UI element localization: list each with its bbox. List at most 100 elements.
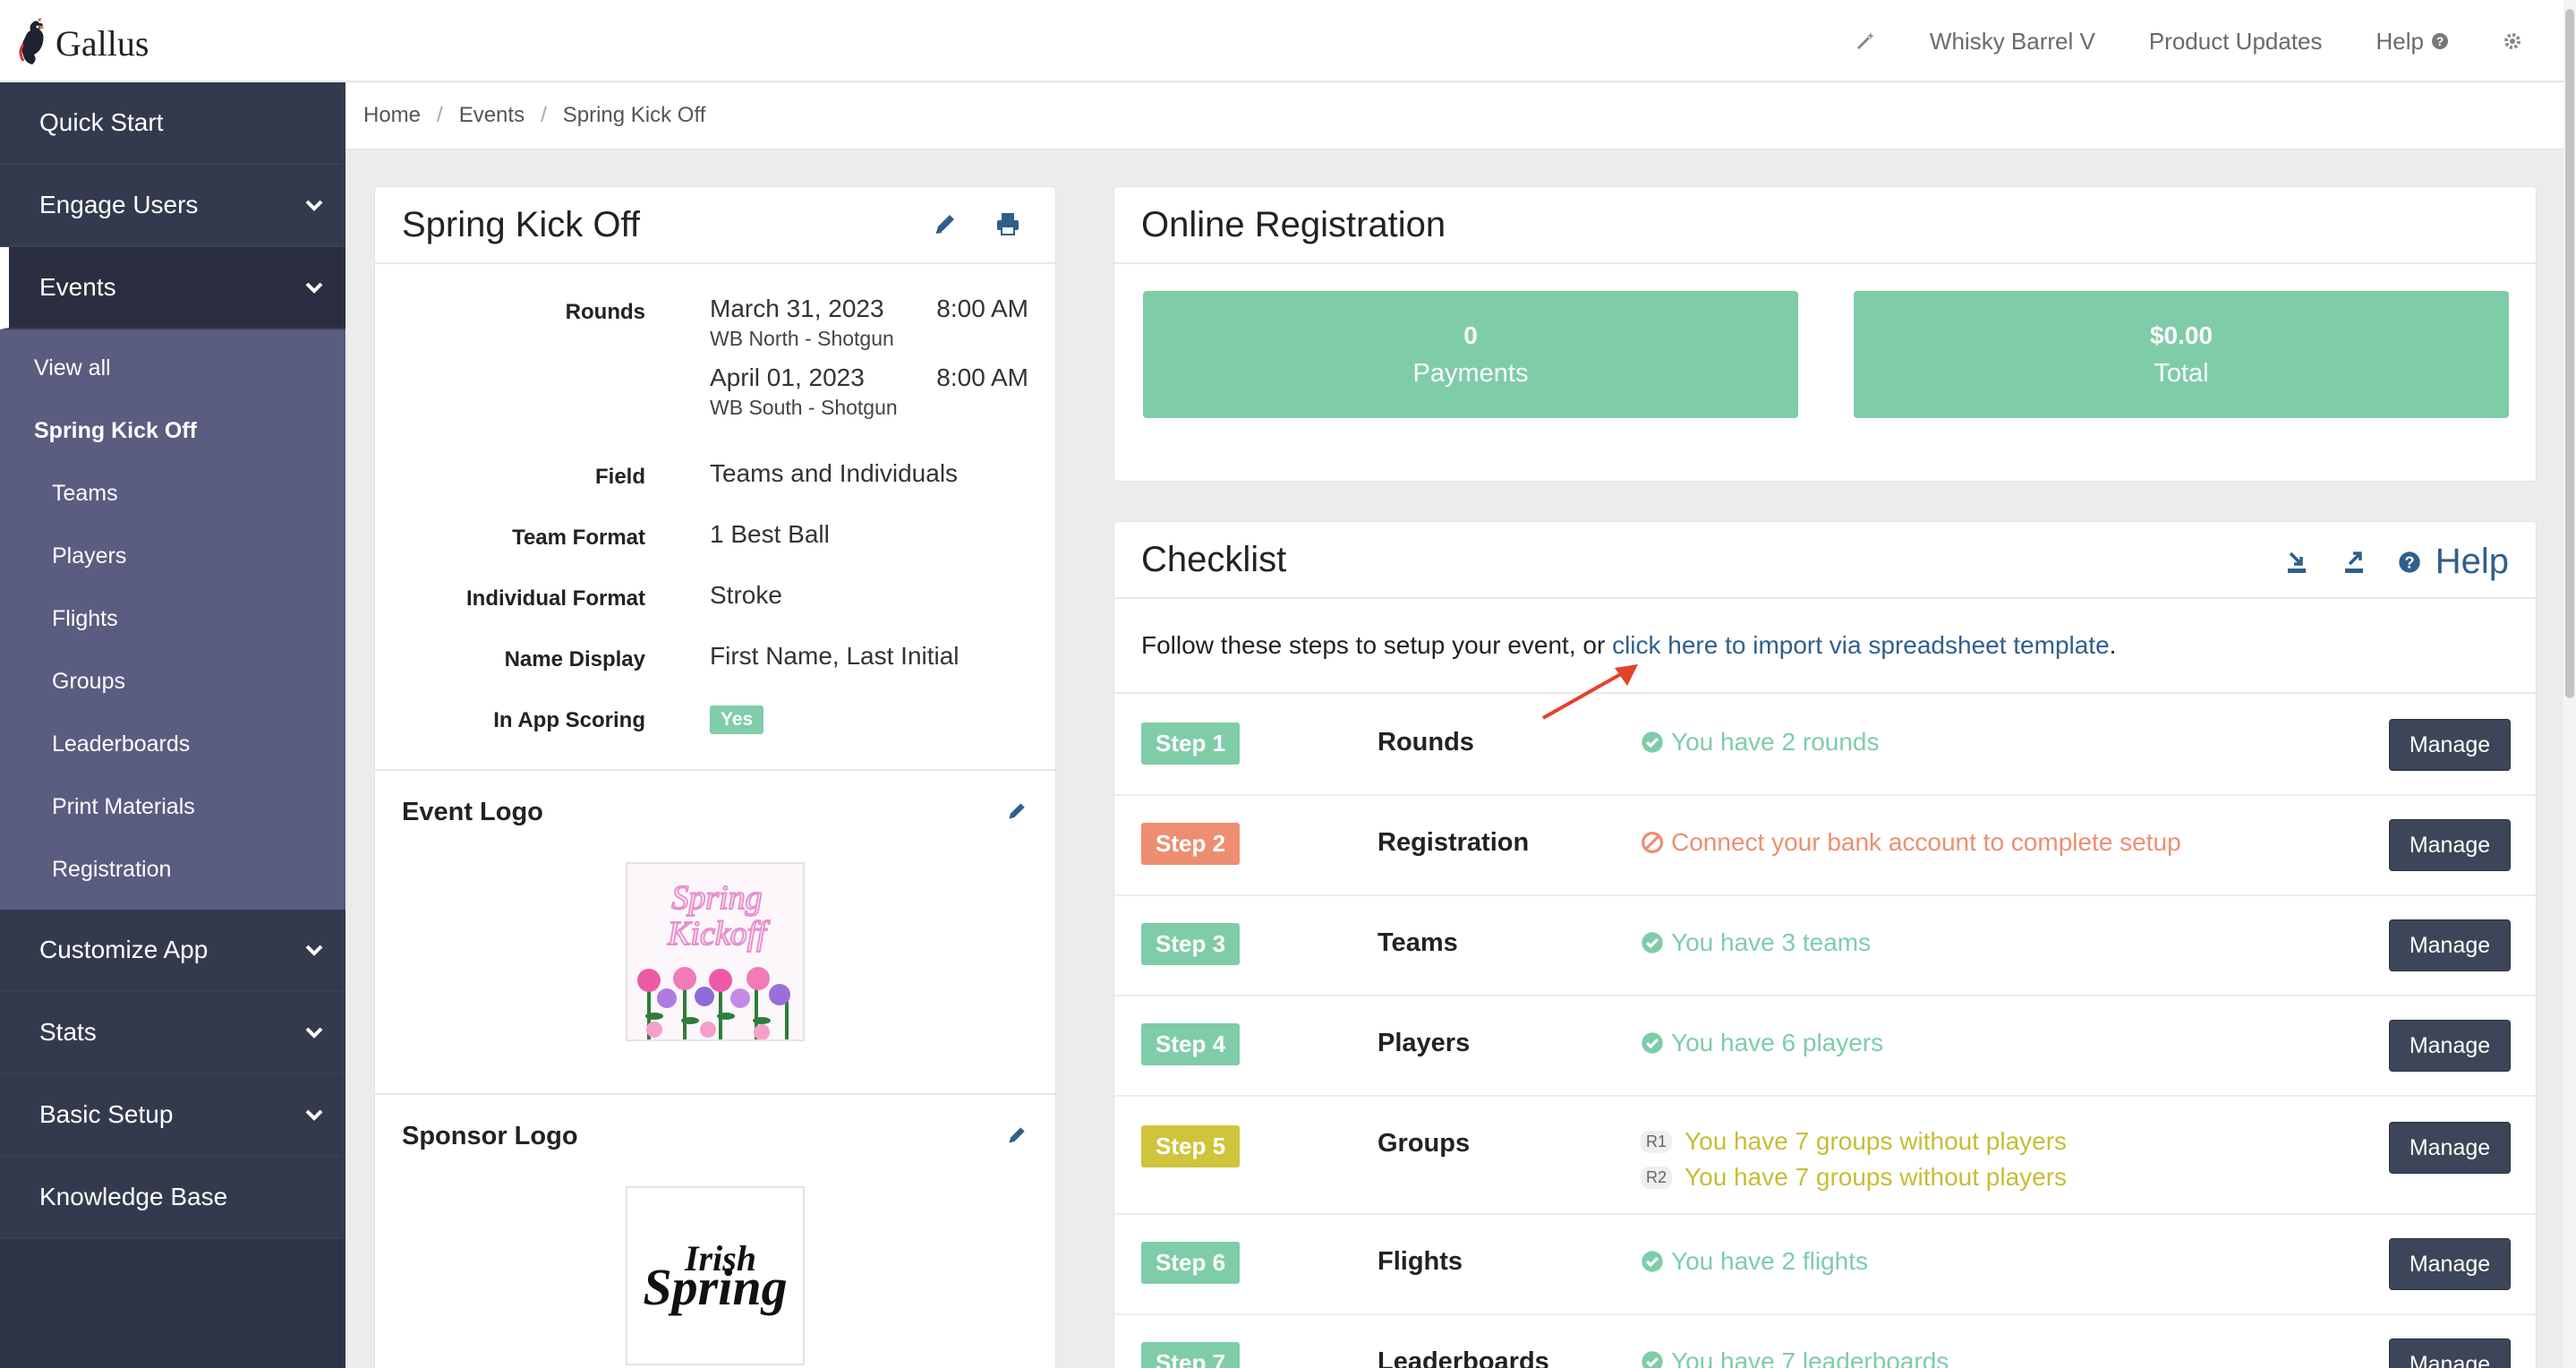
round-time: 8:00 AM xyxy=(936,363,1028,391)
name-display-label: Name Display xyxy=(504,647,645,671)
manage-registration-button[interactable]: Manage xyxy=(2389,819,2511,871)
svg-text:?: ? xyxy=(2436,34,2444,48)
sidebar-subitem-view-all[interactable]: View all xyxy=(0,337,345,399)
magic-wand-button[interactable] xyxy=(1855,30,1876,52)
page-scrollbar[interactable] xyxy=(2563,0,2576,1368)
manage-groups-button[interactable]: Manage xyxy=(2389,1122,2511,1174)
step-badge: Step 7 xyxy=(1141,1342,1241,1368)
sidebar-item-customize-app[interactable]: Customize App xyxy=(0,910,345,992)
import-spreadsheet-link[interactable]: click here to import via spreadsheet tem… xyxy=(1612,631,2110,660)
sidebar-item-label: Quick Start xyxy=(39,108,164,136)
sidebar-item-label: Engage Users xyxy=(39,191,199,218)
breadcrumb: Home / Events / Spring Kick Off xyxy=(345,82,2563,150)
check-circle-icon xyxy=(1642,1032,1663,1054)
breadcrumb-events[interactable]: Events xyxy=(459,103,525,128)
sidebar-subitem-leaderboards[interactable]: Leaderboards xyxy=(0,713,345,775)
sidebar-item-label: Knowledge Base xyxy=(39,1183,228,1210)
question-circle-icon: ? xyxy=(2432,33,2448,49)
online-registration-header: Online Registration xyxy=(1114,187,2536,264)
checklist-step-teams: Step 3 Teams You have 3 teams Manage xyxy=(1114,896,2536,996)
rounds-row: Rounds March 31, 2023 WB North - Shotgun … xyxy=(402,295,1028,459)
events-submenu: View all Spring Kick Off Teams Players F… xyxy=(0,329,345,910)
sidebar-subitem-registration[interactable]: Registration xyxy=(0,838,345,901)
field-value: Teams and Individuals xyxy=(710,459,959,487)
manage-flights-button[interactable]: Manage xyxy=(2389,1238,2511,1290)
sponsor-brand-image: Irish Spring xyxy=(627,1188,803,1364)
check-circle-icon xyxy=(1642,932,1663,953)
manage-rounds-button[interactable]: Manage xyxy=(2389,719,2511,771)
online-registration-card: Online Registration 0 Payments $0.00 Tot… xyxy=(1113,186,2537,482)
product-updates-link[interactable]: Product Updates xyxy=(2149,28,2323,56)
step-name: Registration xyxy=(1378,828,1530,857)
manage-teams-button[interactable]: Manage xyxy=(2389,919,2511,971)
checklist-step-groups: Step 5 Groups R1 You have 7 groups witho… xyxy=(1114,1097,2536,1215)
sidebar-item-stats[interactable]: Stats xyxy=(0,992,345,1074)
sidebar-item-knowledge-base[interactable]: Knowledge Base xyxy=(0,1157,345,1239)
sidebar-subitem-groups[interactable]: Groups xyxy=(0,650,345,713)
question-circle-icon: ? xyxy=(2399,551,2420,573)
pencil-icon[interactable] xyxy=(1005,799,1028,823)
step-status-text: You have 7 groups without players xyxy=(1685,1163,2068,1191)
checklist-title: Checklist xyxy=(1141,539,1287,579)
total-tile[interactable]: $0.00 Total xyxy=(1854,291,2509,418)
step-name: Teams xyxy=(1378,928,1458,957)
checklist-intro-text: Follow these steps to setup your event, … xyxy=(1141,631,1613,659)
step-badge: Step 5 xyxy=(1141,1125,1241,1167)
print-icon[interactable] xyxy=(994,210,1021,237)
sidebar-item-quick-start[interactable]: Quick Start xyxy=(0,82,345,165)
sidebar-subitem-teams[interactable]: Teams xyxy=(0,462,345,525)
breadcrumb-home[interactable]: Home xyxy=(363,103,421,128)
step-status: You have 2 rounds xyxy=(1641,728,1880,757)
sidebar-item-label: Stats xyxy=(39,1018,97,1046)
manage-players-button[interactable]: Manage xyxy=(2389,1020,2511,1072)
step-status: R1 You have 7 groups without players xyxy=(1641,1127,2067,1156)
sponsor-logo-section: Sponsor Logo Irish Spring xyxy=(375,1093,1055,1368)
pencil-icon[interactable] xyxy=(1005,1124,1028,1147)
event-logo-title: Event Logo xyxy=(402,798,543,826)
name-display-row: Name Display First Name, Last Initial xyxy=(402,642,1028,703)
round-date: April 01, 2023 xyxy=(710,363,865,391)
payments-tile[interactable]: 0 Payments xyxy=(1143,291,1798,418)
step-badge: Step 6 xyxy=(1141,1242,1241,1284)
check-circle-icon xyxy=(1642,1251,1663,1272)
org-switcher[interactable]: Whisky Barrel V xyxy=(1930,28,2095,56)
step-status-text: You have 7 leaderboards xyxy=(1671,1347,1949,1368)
name-display-value: First Name, Last Initial xyxy=(710,642,960,670)
checklist-help-link[interactable]: ? Help xyxy=(2398,542,2509,582)
step-status: You have 6 players xyxy=(1641,1029,1883,1057)
step-name: Leaderboards xyxy=(1378,1347,1549,1368)
help-link-label: Help xyxy=(2376,27,2424,55)
help-link[interactable]: Help ? xyxy=(2376,28,2449,56)
sidebar-item-events[interactable]: Events xyxy=(0,247,345,329)
pencil-icon[interactable] xyxy=(932,210,959,237)
team-format-value: 1 Best Ball xyxy=(710,520,830,548)
manage-leaderboards-button[interactable]: Manage xyxy=(2389,1338,2511,1368)
event-logo-image: Spring Kickoff xyxy=(626,862,805,1041)
settings-button[interactable] xyxy=(2503,31,2522,51)
brand-logo[interactable]: Gallus xyxy=(14,18,149,68)
breadcrumb-separator: / xyxy=(541,103,547,127)
sidebar-item-engage-users[interactable]: Engage Users xyxy=(0,165,345,247)
sidebar-item-basic-setup[interactable]: Basic Setup xyxy=(0,1074,345,1157)
round-entry: March 31, 2023 WB North - Shotgun 8:00 AM xyxy=(710,295,1028,351)
import-icon[interactable] xyxy=(2283,549,2310,576)
export-icon[interactable] xyxy=(2341,549,2367,576)
sidebar-subitem-print-materials[interactable]: Print Materials xyxy=(0,775,345,838)
ban-icon xyxy=(1641,831,1664,854)
step-status-text: You have 2 flights xyxy=(1671,1247,1869,1275)
sidebar-subitem-flights[interactable]: Flights xyxy=(0,587,345,650)
scrollbar-thumb[interactable] xyxy=(2565,9,2574,698)
gear-icon xyxy=(2504,33,2521,49)
check-circle-icon xyxy=(1642,731,1663,753)
in-app-scoring-label: In App Scoring xyxy=(493,708,645,732)
step-badge: Step 2 xyxy=(1141,823,1241,865)
sidebar-item-label: Basic Setup xyxy=(39,1100,174,1128)
step-status-secondary: R2 You have 7 groups without players xyxy=(1641,1163,2067,1192)
sidebar-subitem-current-event[interactable]: Spring Kick Off xyxy=(0,399,345,462)
step-name: Groups xyxy=(1378,1129,1471,1158)
sidebar-subitem-players[interactable]: Players xyxy=(0,525,345,587)
team-format-label: Team Format xyxy=(512,526,645,550)
event-details-card: Spring Kick Off Rounds March 31, 2023 WB … xyxy=(374,186,1056,1368)
payments-value: 0 xyxy=(1463,321,1478,349)
sidebar-item-label: Customize App xyxy=(39,936,209,963)
